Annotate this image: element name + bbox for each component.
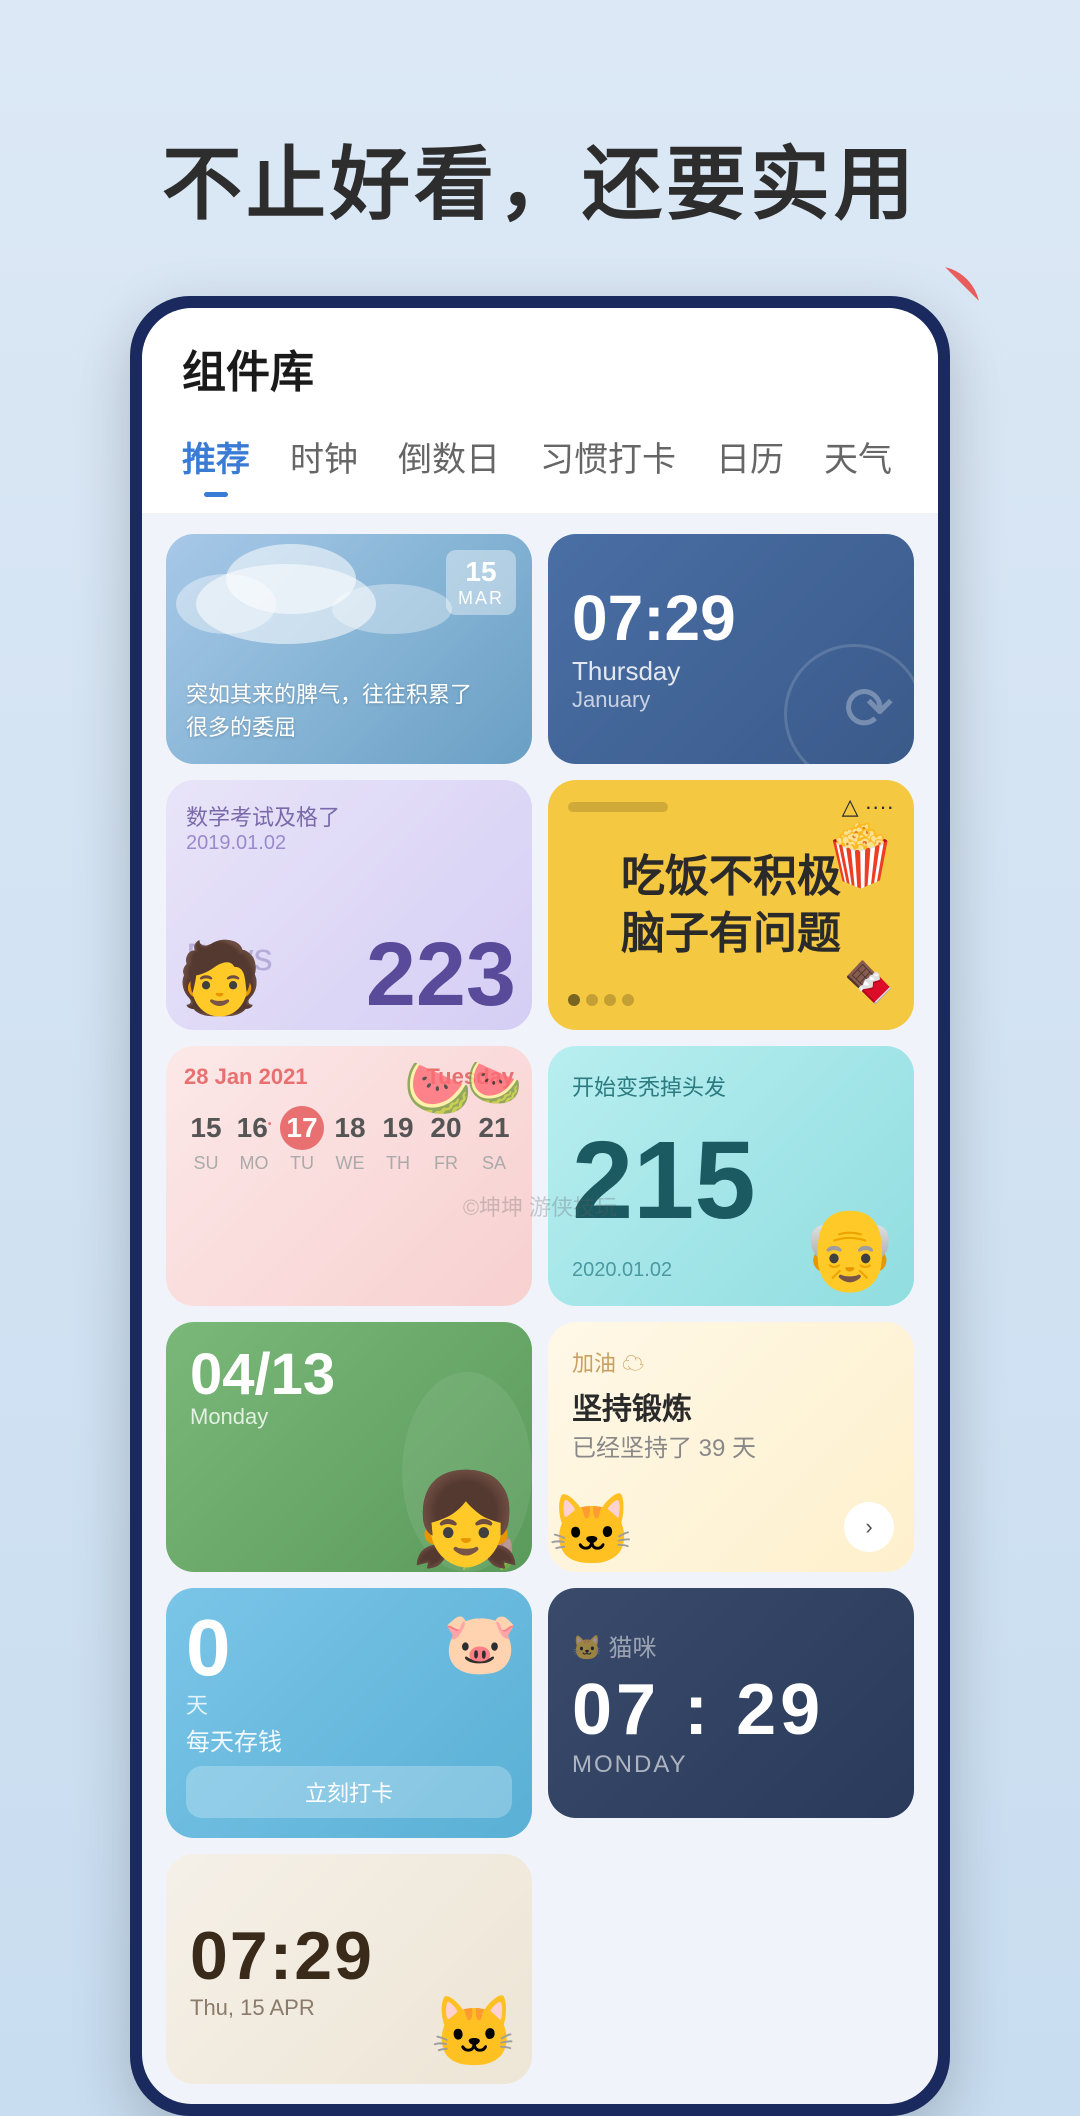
cloud-date-month: MAR — [458, 588, 504, 609]
exercise-arrow-button[interactable]: › — [844, 1502, 894, 1552]
widget-clock-blue[interactable]: ⟳ 07:29 Thursday January — [548, 534, 914, 764]
widget-countdown-math[interactable]: 数学考试及格了 2019.01.02 Days 🧑 223 — [166, 780, 532, 1030]
cal-date: 28 Jan 2021 — [184, 1064, 308, 1090]
dot-3 — [604, 994, 616, 1006]
piggy-decoration: 🐷 — [443, 1608, 518, 1679]
cal-num-16: 16 — [232, 1106, 276, 1150]
cloud-quote-text: 突如其来的脾气，往往积累了很多的委屈 — [186, 678, 512, 744]
tab-clock[interactable]: 时钟 — [270, 420, 378, 493]
cal-cell-17: 17 TU — [280, 1106, 324, 1174]
page-background: 不止好看，还要实用 组件库 推荐 时钟 倒数日 习惯打卡 日历 天气 — [0, 0, 1080, 2116]
cal-label-mo: MO — [240, 1153, 269, 1174]
clock-dark-time: 07 : 29 — [572, 1669, 890, 1751]
clock-dark-character: 🐱 猫咪 — [572, 1628, 890, 1663]
tab-bar: 推荐 时钟 倒数日 习惯打卡 日历 天气 — [142, 420, 938, 514]
cal-label-th: TH — [386, 1153, 410, 1174]
tab-countdown[interactable]: 倒数日 — [378, 420, 520, 493]
cal-num-21: 21 — [472, 1106, 516, 1150]
clock-dark-day: MONDAY — [572, 1751, 890, 1779]
dot-1 — [568, 994, 580, 1006]
cal-num-18: 18 — [328, 1106, 372, 1150]
cloud-date-badge: 15 MAR — [446, 550, 516, 615]
hair-label: 开始变秃掉头发 — [572, 1070, 890, 1102]
countdown-label: 数学考试及格了 — [186, 800, 512, 832]
cal-label-su: SU — [193, 1153, 218, 1174]
habit-progress-bar — [568, 802, 668, 812]
clock-day: Thursday — [572, 656, 680, 687]
widget-clock-dark[interactable]: 🐱 猫咪 07 : 29 MONDAY — [548, 1588, 914, 1818]
tab-habit[interactable]: 习惯打卡 — [520, 420, 696, 493]
headline-text: 不止好看，还要实用 — [0, 120, 1080, 236]
phone-frame: 组件库 推荐 时钟 倒数日 习惯打卡 日历 天气 — [130, 296, 950, 2116]
widget-clock-retro[interactable]: 07:29 Thu, 15 APR 🐱 — [166, 1854, 532, 2084]
widget-grid: 15 MAR 突如其来的脾气，往往积累了很多的委屈 ⟳ 07:29 Thursd… — [142, 514, 938, 2104]
savings-days: 天 — [186, 1688, 512, 1720]
cal-num-17-today: 17 — [280, 1106, 324, 1150]
countdown-count: 223 — [366, 930, 516, 1020]
cal-label-fr: FR — [434, 1153, 458, 1174]
cal-cell-18: 18 WE — [328, 1106, 372, 1174]
tab-calendar[interactable]: 日历 — [696, 420, 804, 493]
cal-cell-16: 16 MO — [232, 1106, 276, 1174]
exercise-subtitle: 已经坚持了 39 天 — [572, 1428, 890, 1463]
habit-dots — [568, 994, 634, 1006]
cal-num-15: 15 — [184, 1106, 228, 1150]
dot-4 — [622, 994, 634, 1006]
clock-time: 07:29 — [572, 586, 736, 650]
widget-habit-yellow[interactable]: △ ···· 🍿 吃饭不积极 脑子有问题 🍫 — [548, 780, 914, 1030]
phone-inner: 组件库 推荐 时钟 倒数日 习惯打卡 日历 天气 — [142, 308, 938, 2104]
clock-month: January — [572, 687, 650, 713]
cloud-date-day: 15 — [458, 556, 504, 588]
cal-label-sa: SA — [482, 1153, 506, 1174]
habit-text: 吃饭不积极 脑子有问题 — [621, 848, 841, 962]
exercise-slogan: 加油 ☁ — [572, 1346, 890, 1378]
savings-checkin-button[interactable]: 立刻打卡 — [186, 1766, 512, 1818]
tab-weather[interactable]: 天气 — [804, 420, 912, 493]
widget-library-title: 组件库 — [182, 336, 898, 420]
cat-decoration: 🐱 — [548, 1490, 635, 1572]
widget-hair-countdown[interactable]: 开始变秃掉头发 215 2020.01.02 👴 — [548, 1046, 914, 1306]
cal-label-tu: TU — [290, 1153, 314, 1174]
dot-2 — [586, 994, 598, 1006]
widget-date-green[interactable]: 04/13 Monday 🌷🌷 👧 — [166, 1322, 532, 1572]
countdown-date: 2019.01.02 — [186, 832, 512, 855]
cal-label-we: WE — [336, 1153, 365, 1174]
cat-retro-decoration: 🐱 — [431, 1992, 518, 2074]
widget-savings[interactable]: 🐷 0 天 每天存钱 立刻打卡 — [166, 1588, 532, 1838]
widget-exercise[interactable]: 加油 ☁ 坚持锻炼 已经坚持了 39 天 › 🐱 — [548, 1322, 914, 1572]
widget-cloud-quote[interactable]: 15 MAR 突如其来的脾气，往往积累了很多的委屈 — [166, 534, 532, 764]
clock-retro-time: 07:29 — [190, 1917, 508, 1995]
hair-character: 👴 — [800, 1202, 900, 1296]
widget-library-header: 组件库 — [142, 308, 938, 420]
cal-cell-21: 21 SA — [472, 1106, 516, 1174]
exercise-title: 坚持锻炼 — [572, 1384, 890, 1428]
widget-calendar[interactable]: 🍉 🍉 28 Jan 2021 Tuesday 15 SU 16 MO — [166, 1046, 532, 1306]
cal-cell-15: 15 SU — [184, 1106, 228, 1174]
headline-section: 不止好看，还要实用 — [0, 0, 1080, 296]
tab-recommend[interactable]: 推荐 — [162, 420, 270, 493]
habit-top-bar: △ ···· — [568, 794, 894, 820]
savings-label: 每天存钱 — [186, 1722, 512, 1757]
